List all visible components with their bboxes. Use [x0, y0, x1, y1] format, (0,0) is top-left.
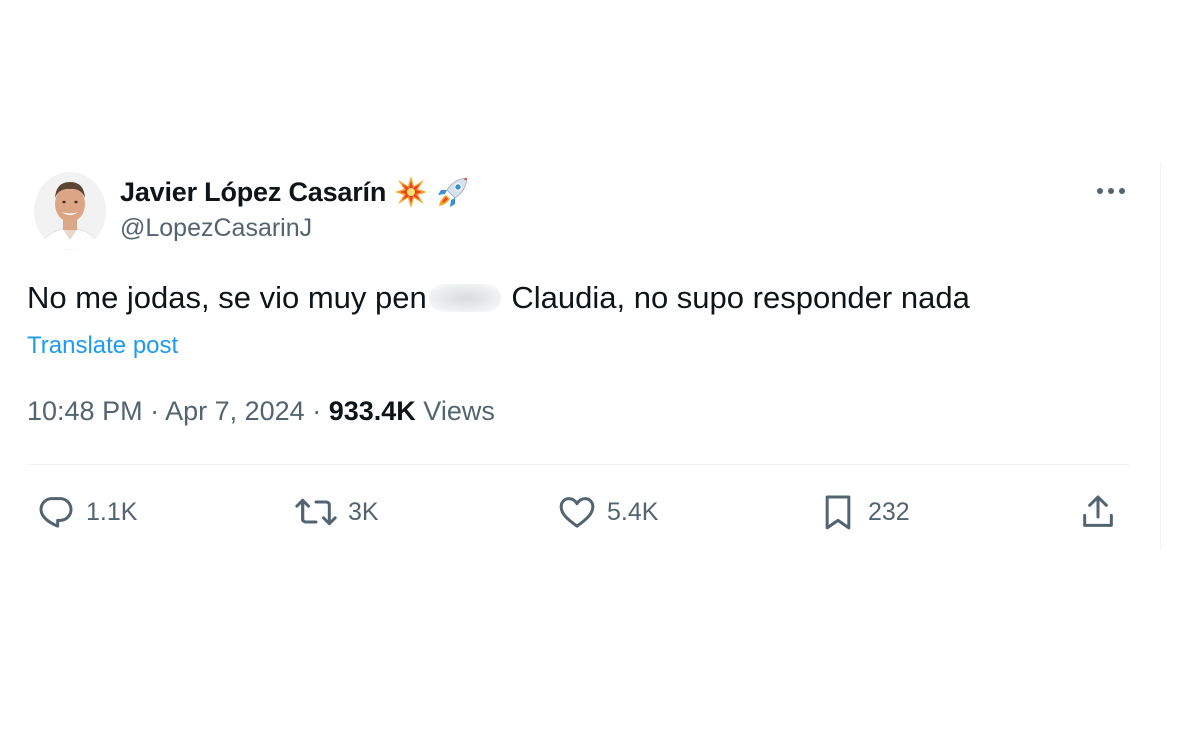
repost-icon [295, 498, 337, 526]
bookmark-count: 232 [868, 497, 910, 526]
avatar-image [34, 172, 106, 250]
tweet-meta: 10:48 PM · Apr 7, 2024 · 933.4K Views [27, 396, 495, 427]
like-count: 5.4K [607, 497, 659, 526]
more-dots-icon [1097, 188, 1125, 194]
collision-emoji-icon [394, 175, 428, 209]
tweet-time[interactable]: 10:48 PM [27, 396, 143, 426]
share-button[interactable] [1078, 490, 1118, 534]
rocket-emoji-icon [436, 175, 470, 209]
translate-post-link[interactable]: Translate post [27, 332, 178, 360]
tweet-text: No me jodas, se vio muy pen Claudia, no … [27, 280, 970, 316]
reply-count: 1.1K [86, 497, 138, 526]
repost-count: 3K [348, 497, 379, 526]
divider [27, 464, 1130, 465]
tweet-date[interactable]: Apr 7, 2024 [165, 396, 305, 426]
tweet-text-before: No me jodas, se vio muy pen [27, 280, 427, 315]
repost-button[interactable]: 3K [294, 490, 379, 534]
timeline-border [1160, 162, 1161, 550]
more-options-button[interactable] [1092, 178, 1130, 204]
avatar[interactable] [34, 172, 106, 250]
views-label: Views [423, 396, 495, 426]
author-name-row[interactable]: Javier López Casarín [120, 172, 470, 212]
like-button[interactable]: 5.4K [557, 490, 658, 534]
reply-button[interactable]: 1.1K [36, 490, 137, 534]
reply-icon [39, 497, 73, 528]
bookmark-button[interactable]: 232 [818, 490, 910, 534]
views-count: 933.4K [328, 396, 416, 426]
author-display-name[interactable]: Javier López Casarín [120, 177, 386, 208]
tweet-card: Javier López Casarín @LopezCasarinJ No m… [0, 0, 1200, 750]
heart-icon [559, 497, 595, 528]
meta-separator: · [304, 396, 329, 426]
tweet-text-after: Claudia, no supo responder nada [502, 280, 970, 315]
meta-separator: · [142, 396, 166, 426]
censored-word [428, 284, 501, 312]
author-handle[interactable]: @LopezCasarinJ [120, 214, 312, 243]
bookmark-icon [825, 495, 851, 530]
share-icon [1083, 495, 1113, 527]
